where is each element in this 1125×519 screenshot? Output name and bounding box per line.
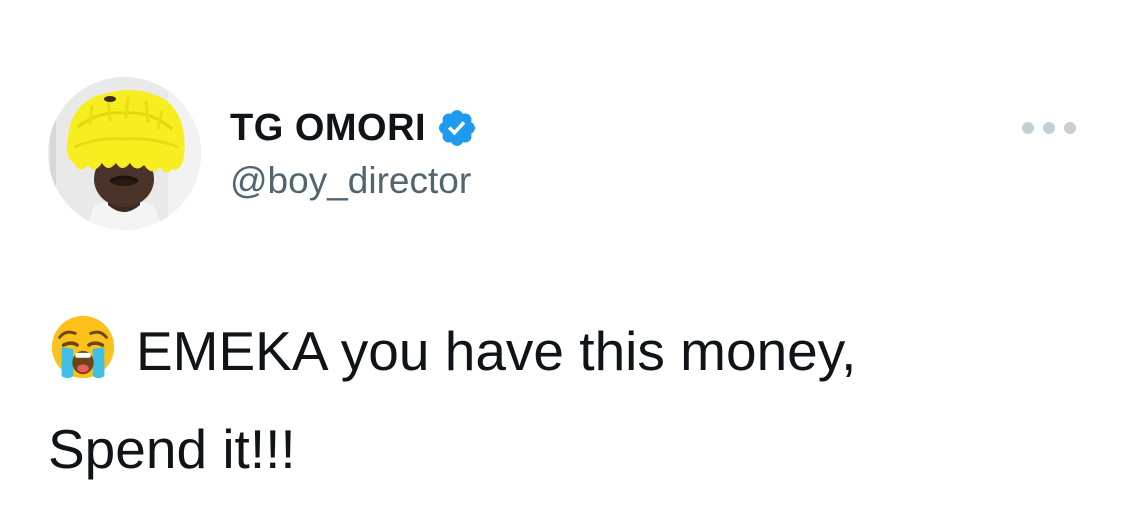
tweet-text-line-1-label: EMEKA you have this money, [136,320,857,382]
avatar-yellow-wig-icon [48,77,201,230]
more-horizontal-icon-dot-3 [1064,122,1076,134]
tweet-text: EMEKA you have this money, Spend it!!! [48,302,1088,498]
author-name-row: TG OMORI [230,104,478,152]
more-horizontal-icon-dot-2 [1043,122,1055,134]
author-handle[interactable]: @boy_director [230,158,471,204]
more-options-button[interactable] [1022,113,1076,143]
tweet-text-line-1: EMEKA you have this money, [48,302,1088,400]
author-avatar[interactable] [48,77,201,230]
tweet-card: TG OMORI @boy_director EMEKA you have th… [0,0,1125,519]
tweet-text-line-2: Spend it!!! [48,418,296,480]
loudly-crying-face-emoji [51,315,115,379]
more-horizontal-icon [1022,122,1034,134]
verified-badge-icon [439,110,476,146]
author-display-name[interactable]: TG OMORI [230,104,426,152]
